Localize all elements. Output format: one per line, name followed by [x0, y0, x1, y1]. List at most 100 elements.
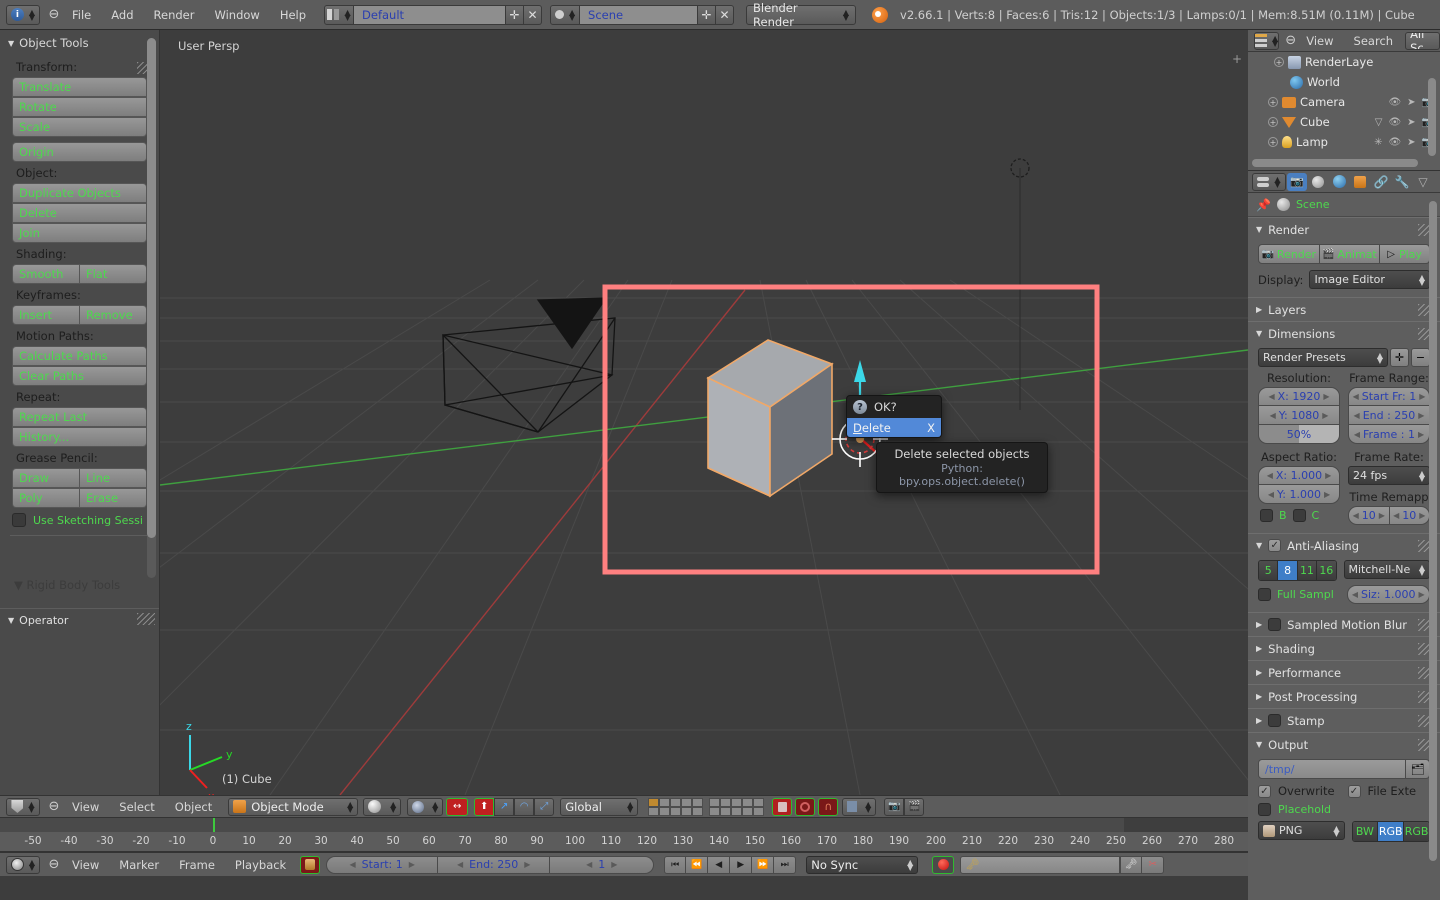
- proportional-edit-button[interactable]: [795, 797, 816, 816]
- tool-gp-erase[interactable]: Erase: [80, 488, 147, 508]
- next-keyframe-button[interactable]: ⏩: [752, 855, 775, 874]
- tab-data[interactable]: ▽: [1413, 173, 1433, 191]
- arrow-right-icon[interactable]: ▶: [1324, 490, 1330, 499]
- file-format-selector[interactable]: PNG ▲ ▼: [1258, 821, 1345, 840]
- timeline-track[interactable]: [0, 818, 1124, 832]
- scene-name-field[interactable]: Scene: [580, 4, 699, 25]
- outliner-menu-view[interactable]: View: [1296, 30, 1343, 52]
- aa-sample-8[interactable]: 8: [1278, 561, 1298, 580]
- crop-checkbox[interactable]: [1292, 509, 1306, 522]
- layer-button[interactable]: [742, 797, 754, 807]
- use-preview-range-button[interactable]: [300, 855, 321, 874]
- play-button[interactable]: ▶: [730, 855, 753, 874]
- panel-shading-header[interactable]: ▶ Shading: [1248, 636, 1440, 660]
- manipulator-toggle-button[interactable]: ↔: [446, 797, 469, 816]
- tool-join[interactable]: Join: [12, 223, 147, 243]
- menu-window[interactable]: Window: [204, 4, 269, 26]
- color-mode-bw[interactable]: BW: [1352, 822, 1379, 841]
- arrow-left-icon[interactable]: ◀: [1270, 411, 1276, 420]
- tool-insert-keyframe[interactable]: Insert: [12, 305, 80, 325]
- editor-type-selector-properties[interactable]: ▲ ▼: [1252, 172, 1286, 191]
- tool-origin[interactable]: Origin: [12, 142, 147, 162]
- lock-scene-button[interactable]: [772, 797, 793, 816]
- panel-performance-header[interactable]: ▶ Performance: [1248, 660, 1440, 684]
- layer-button[interactable]: [692, 806, 704, 816]
- aa-sample-16[interactable]: 16: [1317, 561, 1336, 580]
- render-opengl-anim-button[interactable]: 🎬: [904, 797, 925, 816]
- expand-icon[interactable]: +: [1274, 57, 1284, 67]
- collapse-menu-icon[interactable]: ⊖: [1285, 33, 1296, 49]
- tab-object[interactable]: [1350, 173, 1370, 191]
- end-frame-field[interactable]: ◀ End: 250 ▶: [438, 855, 551, 874]
- tool-gp-draw[interactable]: Draw: [12, 468, 80, 488]
- panel-render-header[interactable]: ▼ Render: [1248, 217, 1440, 241]
- arrow-left-icon[interactable]: ◀: [1353, 392, 1359, 401]
- outliner-editor[interactable]: ▲ ▼ ⊖ View Search All Sc + RenderLaye Wor…: [1248, 30, 1440, 170]
- arrow-left-icon[interactable]: ◀: [1352, 590, 1358, 599]
- layer-button[interactable]: [659, 797, 671, 807]
- panel-output-header[interactable]: ▼ Output: [1248, 732, 1440, 756]
- end-frame-field[interactable]: ◀ End : 250 ▶: [1348, 406, 1430, 425]
- confirm-dialog[interactable]: ? OK? Delete X: [846, 395, 942, 438]
- arrow-right-icon[interactable]: ▶: [1418, 430, 1424, 439]
- tool-clear-paths[interactable]: Clear Paths: [12, 366, 147, 386]
- layer-button[interactable]: [720, 797, 732, 807]
- cursor-icon[interactable]: ➤: [1407, 137, 1417, 148]
- outliner-row-lamp[interactable]: + Lamp ✳ 👁 ➤ 📷: [1248, 132, 1440, 152]
- 3d-viewport[interactable]: z y x User Persp (1) Cube + ? OK? Delete…: [160, 30, 1248, 795]
- scale-toggle-2[interactable]: ⤢: [534, 797, 555, 816]
- arrow-left-icon[interactable]: ◀: [1353, 511, 1359, 520]
- color-mode-rgb[interactable]: RGB: [1378, 822, 1405, 841]
- layer-button[interactable]: [753, 797, 765, 807]
- pin-icon[interactable]: 📌: [1256, 198, 1271, 212]
- layer-button[interactable]: [709, 806, 721, 816]
- layer-button[interactable]: [753, 806, 765, 816]
- layer-button[interactable]: [659, 806, 671, 816]
- full-sample-checkbox[interactable]: [1258, 588, 1271, 601]
- outliner-row-world[interactable]: World: [1248, 72, 1440, 92]
- rotate-manipulator-toggle[interactable]: ↗: [494, 797, 515, 816]
- vp-menu-view[interactable]: View: [62, 796, 109, 818]
- layer-button[interactable]: [731, 797, 743, 807]
- delete-layout-button[interactable]: ✕: [524, 4, 543, 25]
- arrow-right-icon[interactable]: ▶: [1418, 411, 1424, 420]
- aspect-y-field[interactable]: ◀ Y: 1.000 ▶: [1258, 485, 1340, 504]
- toolshelf-scrollbar-thumb[interactable]: [147, 38, 156, 538]
- panel-post-processing-header[interactable]: ▶ Post Processing: [1248, 684, 1440, 708]
- use-sketching-sessions-row[interactable]: Use Sketching Sessi: [0, 508, 159, 527]
- render-animation-button[interactable]: 🎬 Animat: [1319, 244, 1381, 264]
- play-reverse-button[interactable]: ◀: [708, 855, 731, 874]
- outliner-scrollbar-horizontal[interactable]: [1252, 159, 1418, 167]
- render-opengl-button[interactable]: 📷: [884, 797, 905, 816]
- tool-smooth[interactable]: Smooth: [12, 264, 80, 284]
- outliner-scrollbar-vertical[interactable]: [1428, 78, 1436, 156]
- jump-to-end-button[interactable]: ⏭: [774, 855, 797, 874]
- panel-stamp-header[interactable]: ▶ Stamp: [1248, 708, 1440, 732]
- arrow-left-icon[interactable]: ◀: [1393, 511, 1399, 520]
- border-checkbox[interactable]: [1260, 509, 1273, 522]
- antialiasing-checkbox[interactable]: ✓: [1268, 539, 1282, 552]
- expand-icon[interactable]: +: [1268, 117, 1278, 127]
- tl-menu-playback[interactable]: Playback: [225, 854, 296, 876]
- arrow-left-icon[interactable]: ◀: [586, 860, 592, 869]
- aa-sample-5[interactable]: 5: [1259, 561, 1279, 580]
- arrow-right-icon[interactable]: ▶: [1323, 392, 1329, 401]
- eye-icon[interactable]: 👁: [1388, 117, 1403, 128]
- layer-button[interactable]: [648, 806, 660, 816]
- arrow-left-icon[interactable]: ◀: [1354, 411, 1360, 420]
- checkbox-icon[interactable]: [12, 513, 26, 527]
- arrow-right-icon[interactable]: ▶: [1379, 511, 1385, 520]
- resolution-y-field[interactable]: ◀ Y: 1080 ▶: [1258, 406, 1340, 425]
- menu-help[interactable]: Help: [270, 4, 316, 26]
- tab-constraints[interactable]: 🔗: [1371, 173, 1391, 191]
- vp-menu-object[interactable]: Object: [165, 796, 222, 818]
- tool-scale[interactable]: Scale: [12, 117, 147, 137]
- properties-editor[interactable]: ▲ ▼ 📷 🔗 🔧 ▽ 📌 Scene ▼ Render 📷 Render 🎬 …: [1248, 170, 1440, 900]
- layer-button[interactable]: [670, 806, 682, 816]
- arrow-left-icon[interactable]: ◀: [1268, 392, 1274, 401]
- tool-calculate-paths[interactable]: Calculate Paths: [12, 346, 147, 366]
- panel-operator-header[interactable]: ▼ Operator: [0, 608, 159, 632]
- editor-type-selector-outliner[interactable]: ▲ ▼: [1254, 31, 1280, 50]
- collapse-menu-icon[interactable]: ⊖: [46, 857, 62, 873]
- tool-remove-keyframe[interactable]: Remove: [80, 305, 147, 325]
